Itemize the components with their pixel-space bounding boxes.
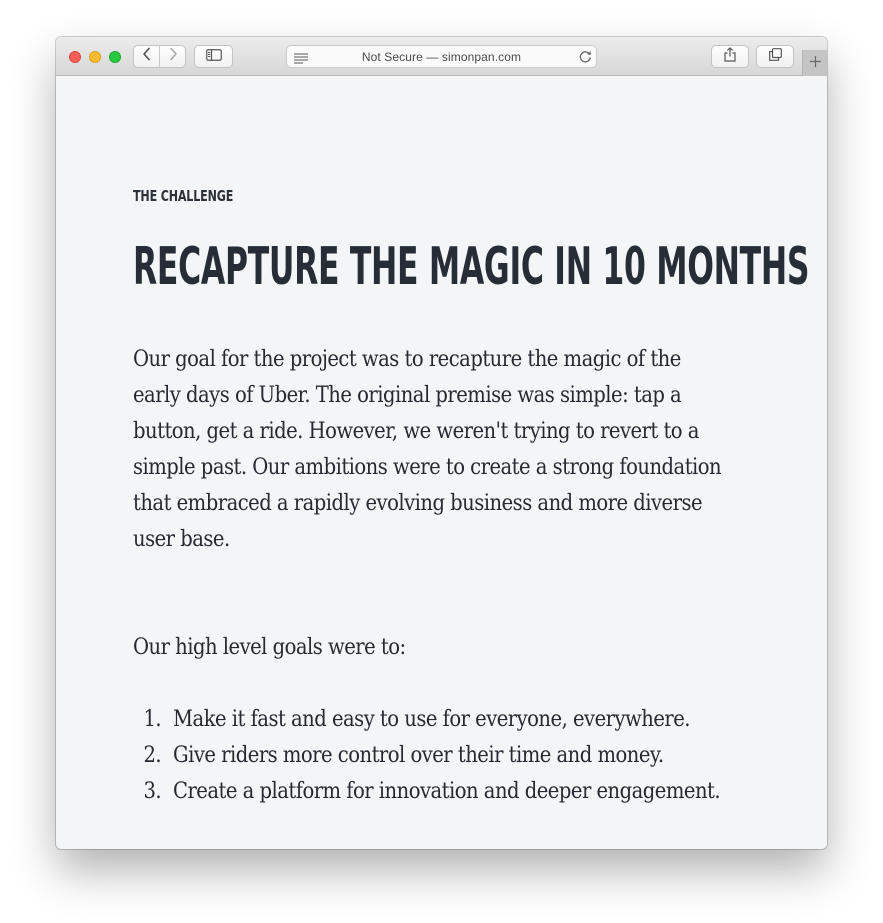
list-item: 3. Create a platform for innovation and … [133,773,777,809]
back-forward-group [133,45,186,68]
list-text: Give riders more control over their time… [173,742,664,768]
back-button[interactable] [134,46,159,67]
page-title: RECAPTURE THE MAGIC IN 10 MONTHS [133,237,810,297]
list-number: 1. [143,706,162,732]
goals-intro: Our high level goals were to: [133,634,406,660]
paragraph-line: simple past. Our ambitions were to creat… [133,454,722,480]
intro-paragraph: Our goal for the project was to recaptur… [133,341,758,557]
browser-window: Not Secure — simonpan.com THE CHALLENGE … [56,37,827,849]
list-item: 2. Give riders more control over their t… [133,737,777,773]
forward-icon [168,47,178,66]
forward-button[interactable] [159,46,185,67]
minimize-window-button[interactable] [89,51,101,63]
list-text: Create a platform for innovation and dee… [173,778,721,804]
paragraph-line: that embraced a rapidly evolving busines… [133,490,703,516]
goals-list: 1. Make it fast and easy to use for ever… [133,701,777,809]
share-icon [724,46,736,67]
paragraph-line: early days of Uber. The original premise… [133,382,682,408]
reload-icon[interactable] [579,50,592,68]
zoom-window-button[interactable] [109,51,121,63]
show-tabs-button[interactable] [756,45,794,68]
new-tab-button[interactable] [802,50,827,76]
paragraph-line: user base. [133,526,230,552]
sidebar-icon [205,48,222,66]
paragraph-line: button, get a ride. However, we weren't … [133,418,699,444]
list-number: 3. [143,778,162,804]
section-label: THE CHALLENGE [133,187,234,205]
address-text: Not Secure — simonpan.com [361,50,522,64]
list-text: Make it fast and easy to use for everyon… [173,706,690,732]
close-window-button[interactable] [69,51,81,63]
list-number: 2. [143,742,162,768]
tabs-icon [768,47,782,66]
list-item: 1. Make it fast and easy to use for ever… [133,701,777,737]
plus-icon [809,54,821,72]
browser-toolbar: Not Secure — simonpan.com [56,37,827,76]
share-button[interactable] [711,45,749,68]
address-bar[interactable]: Not Secure — simonpan.com [286,45,597,68]
back-icon [142,47,152,66]
sidebar-button[interactable] [194,45,233,68]
paragraph-line: Our goal for the project was to recaptur… [133,346,681,372]
page-content: THE CHALLENGE RECAPTURE THE MAGIC IN 10 … [56,77,827,849]
